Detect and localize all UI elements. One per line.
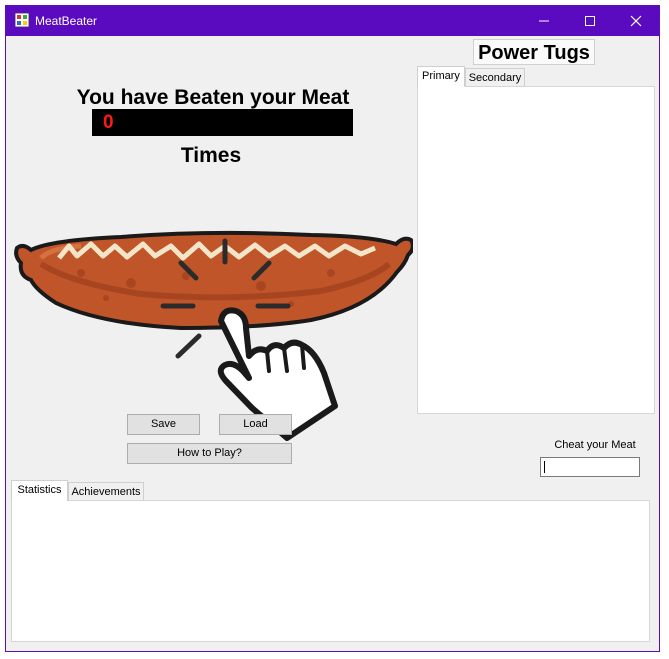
sausage-with-pointing-hand-icon[interactable] [11, 228, 413, 443]
app-icon [15, 13, 29, 27]
minimize-button[interactable] [521, 6, 567, 36]
power-tugs-tabs: Primary Secondary [417, 66, 659, 88]
save-button[interactable]: Save [127, 414, 200, 435]
main-content: You have Beaten your Meat 0 Times Power … [6, 36, 659, 651]
tab-secondary[interactable]: Secondary [465, 68, 525, 86]
beat-count-value: 0 [103, 112, 114, 133]
minimize-icon [539, 20, 549, 22]
tab-achievements[interactable]: Achievements [68, 482, 144, 500]
window-title: MeatBeater [35, 14, 98, 28]
stats-panel [11, 500, 650, 642]
maximize-icon [585, 16, 595, 26]
load-button[interactable]: Load [219, 414, 292, 435]
text-caret [544, 461, 545, 473]
cheat-label: Cheat your Meat [554, 439, 636, 451]
maximize-button[interactable] [567, 6, 613, 36]
tab-statistics[interactable]: Statistics [11, 480, 68, 501]
title-bar[interactable]: MeatBeater [6, 6, 659, 36]
power-tugs-title: Power Tugs [473, 39, 595, 65]
cheat-input[interactable] [540, 457, 640, 477]
tab-primary[interactable]: Primary [417, 66, 465, 87]
close-icon [630, 15, 642, 27]
stats-tabs: Statistics Achievements [11, 480, 656, 502]
beat-headline: You have Beaten your Meat [76, 86, 350, 109]
power-tugs-panel [417, 86, 655, 414]
times-label: Times [180, 144, 242, 167]
app-window: MeatBeater You have Beaten your Meat 0 T… [5, 5, 660, 652]
how-to-play-button[interactable]: How to Play? [127, 443, 292, 464]
beat-counter: 0 [92, 109, 353, 136]
close-button[interactable] [613, 6, 659, 36]
